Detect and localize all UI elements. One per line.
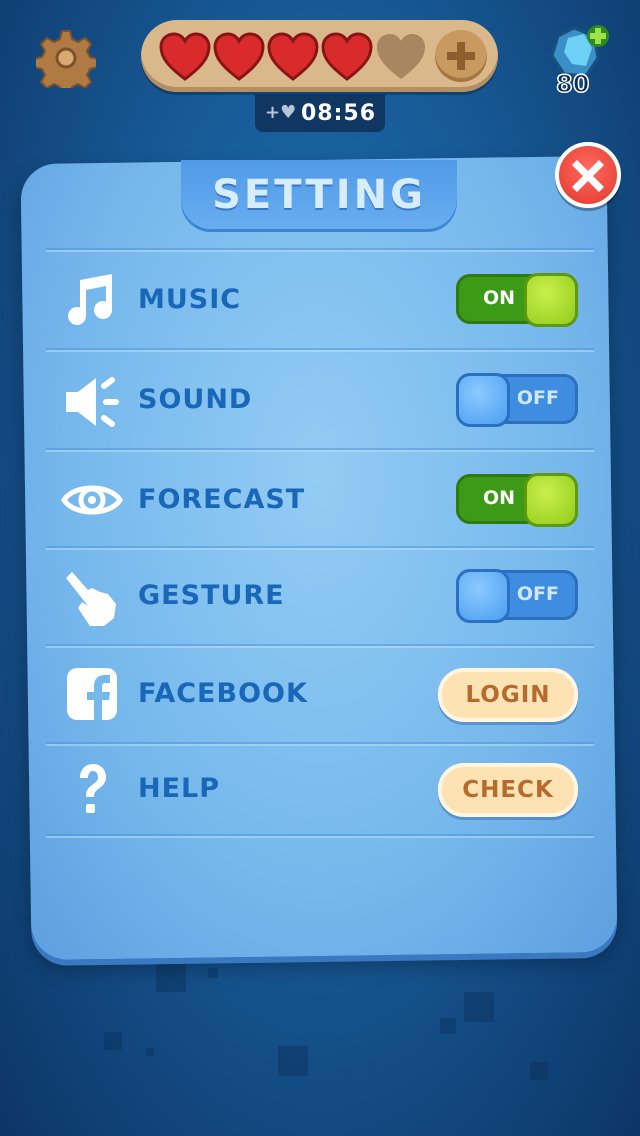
background-pixel (156, 962, 186, 992)
heart-empty-icon (377, 34, 425, 79)
toggle-knob (456, 569, 510, 623)
setting-label: HELP (138, 773, 221, 804)
close-icon (572, 160, 604, 192)
life-refill-timer: +♥ 08:56 (255, 94, 385, 132)
background-pixel (440, 1018, 456, 1034)
divider (46, 834, 594, 836)
speaker-icon (66, 377, 119, 427)
dialog-title-tab: SETTING (181, 160, 457, 232)
divider (46, 348, 594, 350)
toggle-state: OFF (516, 387, 559, 409)
setting-label: FACEBOOK (138, 678, 308, 709)
settings-gear-icon[interactable] (33, 28, 99, 96)
forecast-toggle[interactable]: ON (456, 473, 578, 527)
question-mark-icon (80, 764, 106, 813)
divider (46, 742, 594, 744)
background-pixel (208, 968, 218, 978)
setting-label: SOUND (138, 384, 253, 415)
eye-icon (61, 485, 123, 515)
toggle-knob (456, 373, 510, 427)
music-toggle[interactable]: ON (456, 273, 578, 327)
background-pixel (464, 992, 494, 1022)
music-note-icon (68, 274, 112, 325)
add-lives-button[interactable] (435, 30, 487, 82)
sound-toggle[interactable]: OFF (456, 373, 578, 427)
gesture-toggle[interactable]: OFF (456, 569, 578, 623)
divider (46, 546, 594, 548)
toggle-knob (524, 473, 578, 527)
background-pixel (146, 1048, 154, 1056)
heart-full-icon (267, 32, 319, 81)
setting-label: GESTURE (138, 580, 285, 611)
facebook-login-button[interactable]: LOGIN (438, 668, 578, 722)
lives-bar (141, 20, 498, 92)
divider (46, 448, 594, 450)
divider (46, 644, 594, 646)
pointing-hand-icon (66, 572, 116, 626)
plus-icon (447, 42, 475, 70)
plus-heart-icon: +♥ (265, 102, 297, 123)
heart-full-icon (213, 32, 265, 81)
heart-full-icon (159, 32, 211, 81)
dialog-title: SETTING (212, 172, 426, 218)
facebook-icon (67, 668, 117, 720)
gem-count: 80 (555, 69, 590, 99)
setting-label: FORECAST (138, 484, 306, 515)
toggle-state: OFF (516, 583, 559, 605)
background-pixel (278, 1046, 308, 1076)
background-pixel (530, 1062, 548, 1080)
setting-label: MUSIC (138, 284, 242, 315)
close-button[interactable] (555, 142, 621, 208)
toggle-state: ON (483, 287, 516, 309)
divider (46, 248, 594, 250)
help-check-button[interactable]: CHECK (438, 763, 578, 817)
background-pixel (104, 1032, 122, 1050)
toggle-state: ON (483, 487, 516, 509)
heart-full-icon (321, 32, 373, 81)
timer-text: 08:56 (301, 101, 377, 126)
toggle-knob (524, 273, 578, 327)
